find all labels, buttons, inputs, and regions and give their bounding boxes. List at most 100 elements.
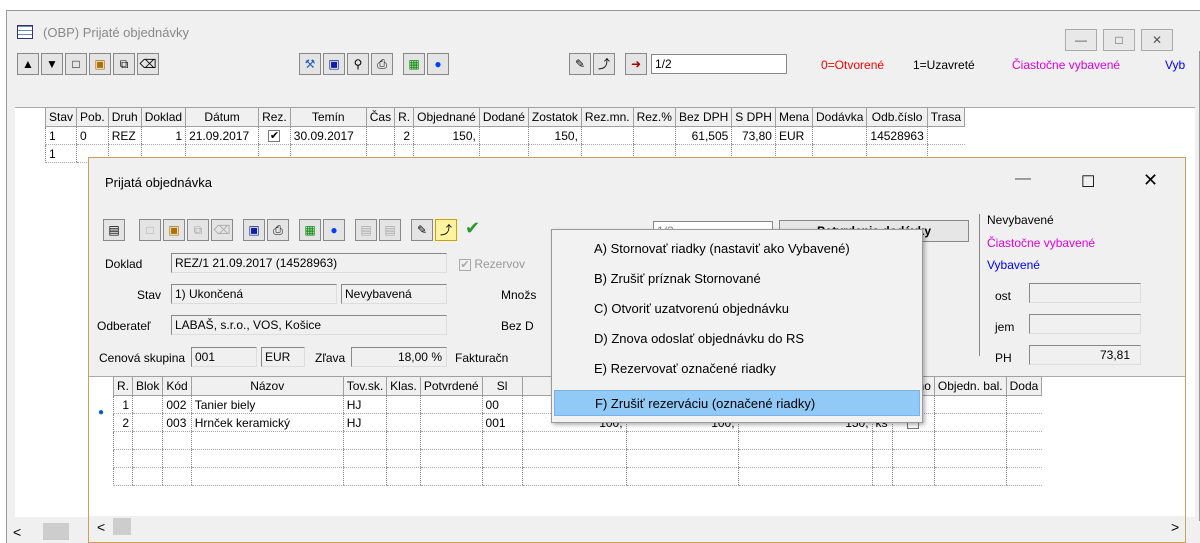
right-field-3[interactable]: 73,81 (1029, 345, 1141, 365)
table-row[interactable]: 1 0 REZ 1 21.09.2017 ✔ 30.09.2017 2 150,… (44, 126, 965, 145)
col-trasa[interactable]: Trasa (926, 107, 966, 127)
delete-icon[interactable]: ⌫ (211, 219, 233, 241)
col-stav[interactable]: Stav (44, 107, 78, 127)
edit-document-icon[interactable]: ✎ (411, 219, 433, 241)
table-row[interactable] (113, 449, 1042, 468)
cell-zostatok: 150, (527, 126, 582, 145)
grid-icon[interactable]: ▦ (299, 219, 321, 241)
cell-druh: REZ (107, 126, 142, 145)
search-icon[interactable]: ⚲ (347, 53, 369, 75)
right-field-2[interactable] (1029, 314, 1141, 334)
col-druh[interactable]: Druh (107, 107, 142, 127)
first-record-icon[interactable]: ▲ (17, 53, 39, 75)
dot-icon[interactable]: ● (427, 53, 449, 75)
col-doklad[interactable]: Doklad (140, 107, 187, 127)
rezervovane-checkbox[interactable]: ✔ Rezervov (459, 257, 525, 271)
close-button[interactable]: ✕ (1141, 29, 1173, 51)
rezervovane-check-icon[interactable]: ✔ (459, 258, 471, 271)
checkmark-icon[interactable]: ✔ (465, 218, 480, 239)
col-potvrdene[interactable]: Potvrdené (419, 376, 483, 396)
items-hscrollbar[interactable]: < > (89, 516, 1185, 538)
col-dodavka[interactable]: Doda (1005, 376, 1043, 396)
col-datum[interactable]: Dátum (185, 107, 260, 127)
print-icon[interactable]: ⎙ (267, 219, 289, 241)
col-termin[interactable]: Temín (289, 107, 367, 127)
col-bezdph[interactable]: Bez DPH (674, 107, 733, 127)
new-document-icon[interactable]: □ (65, 53, 87, 75)
wand-icon[interactable]: ⤴ (593, 53, 615, 75)
scroll-thumb[interactable] (43, 523, 69, 540)
cell-tovsk: HJ (342, 395, 387, 414)
scroll-left-icon[interactable]: < (97, 519, 105, 535)
col-sl[interactable]: Sl (481, 376, 523, 396)
right-field-1[interactable] (1029, 283, 1141, 303)
exit-icon[interactable]: ➜ (625, 53, 647, 75)
monitor-icon[interactable]: ▣ (243, 219, 265, 241)
scroll-right-icon[interactable]: > (1171, 519, 1179, 535)
col-objedn-bal[interactable]: Objedn. bal. (933, 376, 1007, 396)
wand-icon[interactable]: ⤴ (435, 219, 457, 241)
col-sdph[interactable]: S DPH (731, 107, 776, 127)
col-cas[interactable]: Čas (365, 107, 396, 127)
col-rezmn[interactable]: Rez.mn. (580, 107, 634, 127)
wrench-icon[interactable]: ⚒ (299, 53, 321, 75)
col-rezpct[interactable]: Rez.% (632, 107, 676, 127)
col-odbcislo[interactable]: Odb.číslo (866, 107, 928, 127)
last-record-icon[interactable]: ▼ (41, 53, 63, 75)
menu-item-storno[interactable]: A) Stornovať riadky (nastaviť ako Vybave… (554, 236, 920, 262)
scroll-thumb[interactable] (113, 518, 131, 535)
zlava-field[interactable]: 18,00 % (351, 347, 447, 367)
dialog-close-button[interactable]: ✕ (1143, 170, 1158, 191)
dot-icon[interactable]: ● (323, 219, 345, 241)
open-folder-icon[interactable]: ▣ (89, 53, 111, 75)
col-r[interactable]: R. (113, 376, 133, 396)
dialog-maximize-button[interactable]: ☐ (1081, 172, 1095, 192)
col-blok[interactable]: Blok (131, 376, 164, 396)
menu-item-otvorit[interactable]: C) Otvoriť uzatvorenú objednávku (554, 296, 920, 322)
grid-icon[interactable]: ▦ (403, 53, 425, 75)
scroll-left-icon[interactable]: < (13, 524, 21, 540)
dialog-minimize-button[interactable]: — (1015, 170, 1031, 188)
col-pob[interactable]: Pob. (76, 107, 109, 127)
stav-field-2[interactable]: Nevybavená (341, 284, 447, 304)
cenova-skupina-field[interactable]: 001 (191, 347, 257, 367)
monitor-icon[interactable]: ▣ (323, 53, 345, 75)
mena-field[interactable]: EUR (261, 347, 305, 367)
col-klas[interactable]: Klas. (386, 376, 421, 396)
list2-icon[interactable]: ▤ (379, 219, 401, 241)
odberatel-field[interactable]: LABAŠ, s.r.o., VOS, Košice (171, 315, 447, 335)
col-r[interactable]: R. (394, 107, 415, 127)
restore-button[interactable]: □ (1103, 29, 1135, 51)
col-mena[interactable]: Mena (774, 107, 814, 127)
doc-icon[interactable]: ▤ (103, 219, 125, 241)
copy-icon[interactable]: ⧉ (113, 53, 135, 75)
delete-icon[interactable]: ⌫ (137, 53, 159, 75)
stav-field[interactable]: 1) Ukončená (171, 284, 337, 304)
table-row[interactable] (113, 431, 1042, 450)
cell-objedn-bal (933, 413, 1007, 432)
col-nazov[interactable]: Názov (190, 376, 344, 396)
menu-item-odoslat-rs[interactable]: D) Znova odoslať objednávku do RS (554, 326, 920, 352)
table-row[interactable] (113, 467, 1042, 486)
menu-item-rezervovat[interactable]: E) Rezervovať označené riadky (554, 356, 920, 382)
doklad-field[interactable]: REZ/1 21.09.2017 (14528963) (171, 253, 447, 273)
new-icon[interactable]: □ (139, 219, 161, 241)
copy-icon[interactable]: ⧉ (187, 219, 209, 241)
col-kod[interactable]: Kód (162, 376, 192, 396)
edit-document-icon[interactable]: ✎ (569, 53, 591, 75)
col-tovsk[interactable]: Tov.sk. (342, 376, 388, 396)
col-zostatok[interactable]: Zostatok (527, 107, 582, 127)
col-objednane[interactable]: Objednané (413, 107, 480, 127)
open-folder-icon[interactable]: ▣ (163, 219, 185, 241)
cell-kod: 002 (162, 395, 192, 414)
rez-checkbox[interactable]: ✔ (268, 130, 281, 143)
col-dodavka[interactable]: Dodávka (812, 107, 868, 127)
print-icon[interactable]: ⎙ (371, 53, 393, 75)
menu-item-zrusit-storno[interactable]: B) Zrušiť príznak Stornované (554, 266, 920, 292)
list-icon[interactable]: ▤ (355, 219, 377, 241)
menu-item-zrusit-rezervaciu[interactable]: F) Zrušiť rezerváciu (označené riadky) (554, 390, 920, 416)
minimize-button[interactable]: — (1065, 29, 1097, 51)
col-rez[interactable]: Rez. (258, 107, 291, 127)
cell-rez[interactable]: ✔ (258, 126, 291, 145)
col-dodane[interactable]: Dodané (478, 107, 529, 127)
